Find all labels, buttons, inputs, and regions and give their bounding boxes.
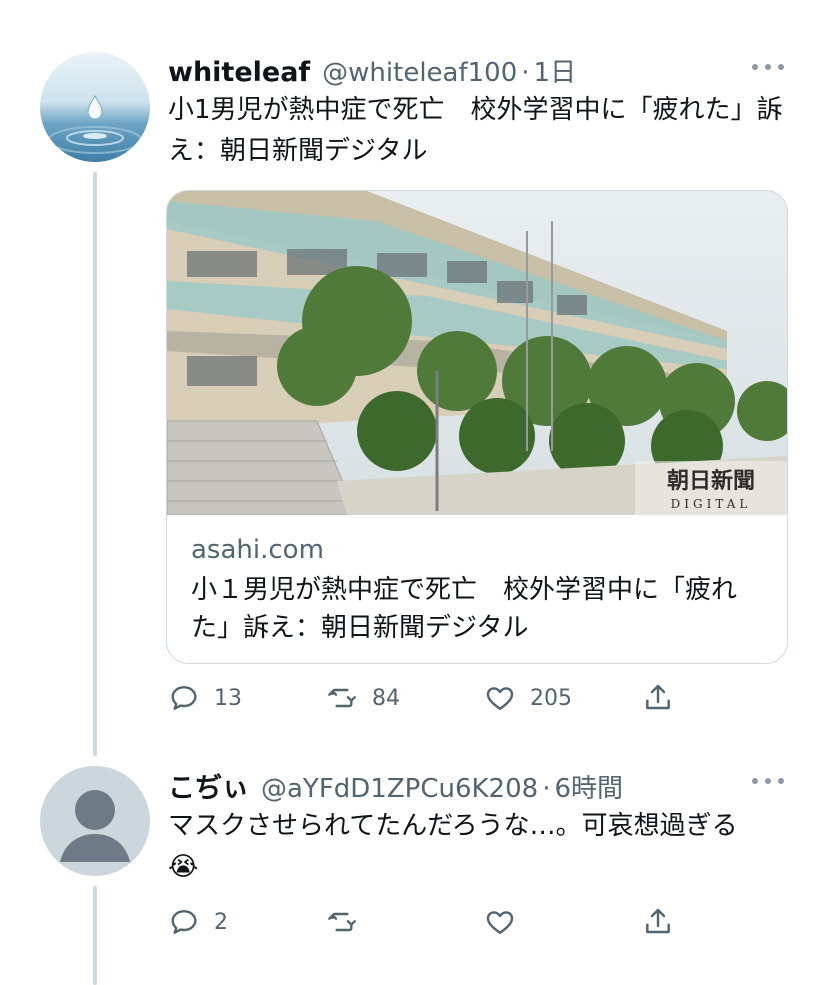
more-icon[interactable]	[752, 62, 784, 72]
reply-icon	[171, 910, 197, 934]
thread-line	[93, 172, 97, 756]
like-button[interactable]: 205	[484, 682, 642, 714]
link-card[interactable]: 朝日新聞 DIGITAL asahi.com 小１男児が熱中症で死亡 校外学習中…	[166, 190, 788, 664]
tweet-actions: 13 84 205	[168, 682, 688, 714]
heart-icon	[486, 687, 514, 710]
card-title: 小１男児が熱中症で死亡 校外学習中に「疲れた」訴え：朝日新聞デジタル	[191, 575, 738, 643]
watermark-main: 朝日新聞	[667, 468, 755, 494]
display-name[interactable]: こぢぃ	[168, 766, 249, 805]
timestamp[interactable]: 6時間	[554, 768, 623, 805]
share-icon	[646, 908, 670, 934]
reply-button[interactable]: 2	[168, 906, 326, 938]
separator-dot: ·	[521, 58, 530, 88]
tweet-actions: 2	[168, 906, 688, 938]
thread-line	[93, 886, 97, 985]
watermark-sub: DIGITAL	[671, 497, 752, 511]
retweet-count: 84	[372, 685, 400, 711]
retweet-button[interactable]	[326, 906, 484, 938]
reply-count: 13	[214, 685, 242, 711]
retweet-button[interactable]: 84	[326, 682, 484, 714]
display-name[interactable]: whiteleaf	[168, 57, 310, 88]
like-count: 205	[530, 685, 572, 711]
timestamp[interactable]: 1日	[534, 52, 577, 89]
reply-button[interactable]: 13	[168, 682, 326, 714]
tweet-header: こぢぃ @aYFdD1ZPCu6K208 · 6時間	[168, 766, 623, 805]
retweet-icon	[328, 912, 356, 932]
user-handle[interactable]: @aYFdD1ZPCu6K208	[261, 774, 538, 804]
card-image: 朝日新聞 DIGITAL	[167, 191, 787, 516]
avatar[interactable]	[40, 766, 150, 876]
tweet-text: マスクさせられてたんだろうな…。可哀想過ぎる😭	[168, 811, 738, 882]
share-button[interactable]	[642, 682, 674, 714]
card-domain: asahi.com	[191, 535, 324, 565]
tweet-text: 小1男児が熱中症で死亡 校外学習中に「疲れた」訴え：朝日新聞デジタル	[168, 95, 783, 166]
retweet-icon	[328, 688, 356, 708]
reply-count: 2	[214, 909, 228, 935]
avatar[interactable]	[40, 52, 150, 162]
more-icon[interactable]	[752, 776, 784, 786]
reply-icon	[171, 686, 197, 710]
share-button[interactable]	[642, 906, 674, 938]
user-handle[interactable]: @whiteleaf100	[322, 58, 517, 88]
heart-icon	[486, 911, 514, 934]
tweet-header: whiteleaf @whiteleaf100 · 1日	[168, 52, 576, 89]
like-button[interactable]	[484, 906, 642, 938]
share-icon	[646, 684, 670, 710]
separator-dot: ·	[542, 774, 551, 804]
